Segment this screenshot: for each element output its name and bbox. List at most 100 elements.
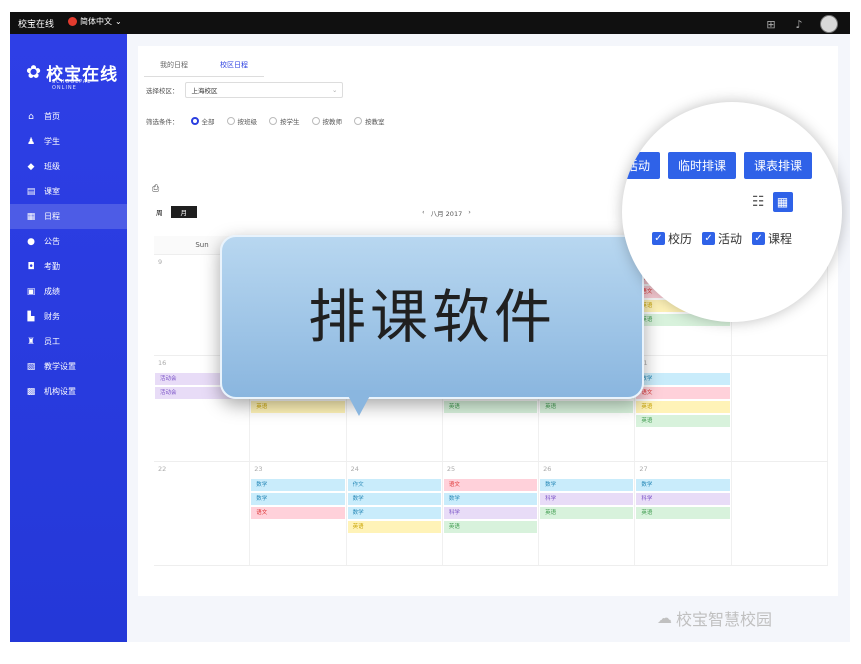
calendar-day-cell[interactable]: 22: [154, 462, 251, 565]
sidebar-item-label: 财务: [44, 312, 60, 321]
calendar-day-cell[interactable]: 24 作文 数学 数学 英语: [347, 462, 443, 565]
finance-icon: ▙: [27, 311, 35, 322]
printer-icon[interactable]: ⎙: [152, 184, 159, 194]
sidebar-item-5[interactable]: ● 公告: [10, 229, 127, 254]
filter-radio-label: 按教室: [365, 118, 385, 126]
banner-tail: [345, 390, 373, 416]
topbar-icons: ⊞ ♪: [764, 15, 838, 33]
calendar-week-row: 22 23 数学 数学 语文 24 作文 数学 数学 英语 25 语文 数学 科学 英语 26 数学 科学 英语 27…: [154, 462, 828, 566]
calendar-event[interactable]: 科学: [636, 493, 730, 505]
sidebar: ✿ 校宝在线 SCHOOLPAL ONLINE ⌂ 首页 ♟ 学生 ◆ 班级 ▤ 课室 ▦ 日程 ●…: [10, 34, 127, 642]
campus-value: 上海校区: [191, 87, 218, 95]
week-view-button[interactable]: 周: [156, 207, 163, 217]
calendar-event[interactable]: 英语: [540, 401, 634, 413]
sidebar-item-11[interactable]: ▩ 机构设置: [10, 379, 127, 404]
filter-radio-label: 按学生: [280, 118, 300, 126]
filter-radio-2[interactable]: 按学生: [269, 116, 300, 126]
grades-icon: ▣: [26, 286, 36, 297]
checkbox-label: 校历: [668, 232, 693, 246]
sidebar-item-10[interactable]: ▧ 教学设置: [10, 354, 127, 379]
calendar-day-cell[interactable]: 26 数学 科学 英语: [539, 462, 636, 565]
next-month-button[interactable]: ›: [468, 208, 471, 218]
sidebar-item-label: 考勤: [44, 262, 60, 271]
grid-icon[interactable]: ⊞: [764, 17, 778, 31]
prev-month-button[interactable]: ‹: [422, 208, 425, 218]
calendar-event[interactable]: 作文: [347, 479, 441, 491]
legend-checkbox-0[interactable]: ✓ 校历: [652, 230, 692, 247]
sidebar-item-1[interactable]: ♟ 学生: [10, 129, 127, 154]
chevron-down-icon: ⌄: [115, 17, 122, 26]
list-view-icon[interactable]: ☷: [752, 194, 765, 210]
language-label: 简体中文: [80, 17, 112, 26]
avatar[interactable]: [820, 15, 838, 33]
calendar-event[interactable]: 数学: [347, 507, 441, 519]
sidebar-item-3[interactable]: ▤ 课室: [10, 179, 127, 204]
calendar-event[interactable]: 英语: [251, 401, 345, 413]
checkbox-label: 活动: [718, 232, 743, 246]
filter-label: 筛选条件：: [146, 118, 179, 126]
sidebar-item-9[interactable]: ♜ 员工: [10, 329, 127, 354]
calendar-event[interactable]: 英语: [443, 521, 538, 533]
day-number: 22: [158, 465, 167, 473]
sidebar-item-8[interactable]: ▙ 财务: [10, 304, 127, 329]
calendar-event[interactable]: 数学: [251, 479, 345, 491]
campus-select[interactable]: 上海校区 ⌄: [184, 82, 343, 98]
sidebar-item-7[interactable]: ▣ 成绩: [10, 279, 127, 304]
calendar-event[interactable]: 英语: [540, 507, 634, 519]
calendar-event[interactable]: 数学: [443, 493, 538, 505]
calendar-event[interactable]: 科学: [443, 507, 538, 519]
tab-bar: 我的日程 校区日程: [144, 54, 264, 77]
calendar-day-cell[interactable]: 25 语文 数学 科学 英语: [443, 462, 540, 565]
calendar-event[interactable]: 数学: [251, 493, 345, 505]
bell-icon[interactable]: ♪: [792, 17, 806, 31]
calendar-day-cell[interactable]: 21数学语文英语英语: [635, 356, 732, 461]
view-toggle: 周 月: [156, 206, 197, 218]
calendar-event[interactable]: 英语: [636, 415, 730, 427]
calendar-event[interactable]: 语文: [636, 387, 730, 399]
filter-radio-3[interactable]: 按教师: [311, 116, 342, 126]
tab-my-schedule[interactable]: 我的日程: [144, 54, 204, 77]
top-bar: 校宝在线 简体中文 ⌄ ⊞ ♪: [10, 12, 850, 34]
activity-button[interactable]: 活动: [622, 152, 661, 179]
checkbox-label: 课程: [768, 232, 793, 246]
home-icon: ⌂: [28, 111, 34, 122]
filter-radio-1[interactable]: 按班级: [226, 116, 258, 126]
sidebar-item-label: 员工: [44, 337, 60, 346]
calendar-event[interactable]: 英语: [443, 401, 538, 413]
sidebar-item-6[interactable]: ◘ 考勤: [10, 254, 127, 279]
watermark: ☁ 校宝智慧校园: [657, 606, 772, 630]
timetable-schedule-button[interactable]: 课表排课: [744, 152, 813, 179]
temp-schedule-button[interactable]: 临时排课: [668, 152, 737, 179]
calendar-event[interactable]: 英语: [636, 401, 730, 413]
calendar-view-icon[interactable]: ▦: [772, 192, 793, 212]
month-view-button[interactable]: 月: [170, 206, 197, 218]
legend-checkbox-2[interactable]: ✓ 课程: [752, 230, 792, 247]
checkbox-icon: ✓: [752, 232, 766, 245]
filter-radio-4[interactable]: 按教室: [354, 116, 385, 126]
calendar-day-cell[interactable]: 27 数学 科学 英语: [635, 462, 732, 565]
calendar-event[interactable]: 语文: [443, 479, 538, 491]
calendar-event[interactable]: 数学: [540, 479, 634, 491]
calendar-event[interactable]: 数学: [636, 479, 730, 491]
calendar-day-cell[interactable]: [732, 462, 828, 565]
calendar-event[interactable]: 科学: [540, 493, 634, 505]
tab-campus-schedule[interactable]: 校区日程: [204, 54, 264, 77]
filter-radio-label: 按班级: [237, 118, 258, 126]
watermark-text: 校宝智慧校园: [676, 610, 773, 629]
calendar-day-cell[interactable]: 23 数学 数学 语文: [250, 462, 347, 565]
sidebar-item-4[interactable]: ▦ 日程: [10, 204, 127, 229]
legend-checkbox-1[interactable]: ✓ 活动: [702, 230, 742, 247]
filter-radio-0[interactable]: 全部: [190, 116, 215, 126]
filter-radio-label: 全部: [201, 118, 215, 126]
calendar-event[interactable]: 英语: [636, 507, 730, 519]
sidebar-item-0[interactable]: ⌂ 首页: [10, 104, 127, 129]
calendar-event[interactable]: 英语: [347, 521, 441, 533]
calendar-event[interactable]: 数学: [636, 373, 730, 385]
calendar-event[interactable]: 数学: [347, 493, 441, 505]
logo[interactable]: ✿ 校宝在线 SCHOOLPAL ONLINE: [26, 60, 118, 91]
calendar-event[interactable]: 语文: [251, 507, 345, 519]
calendar-day-cell[interactable]: [732, 356, 828, 461]
sidebar-item-2[interactable]: ◆ 班级: [10, 154, 127, 179]
language-selector[interactable]: 简体中文 ⌄: [68, 16, 122, 27]
sidebar-item-label: 教学设置: [44, 362, 76, 371]
